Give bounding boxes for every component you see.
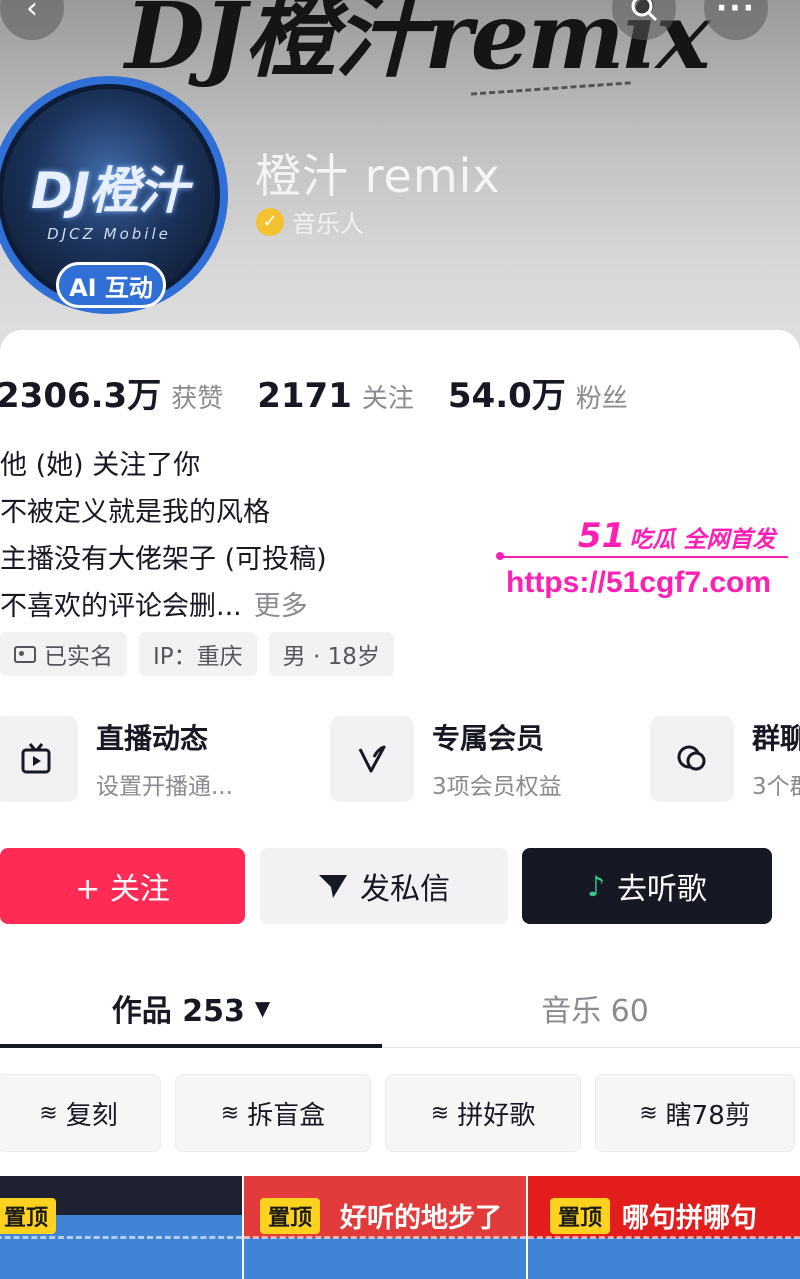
listen-button-label: 去听歌 — [616, 872, 707, 907]
layers-icon: ≋ — [39, 1100, 58, 1126]
tab-works[interactable]: 作品 253 ▼ — [0, 970, 382, 1046]
bio-line: 他 (她) 关注了你 — [0, 450, 201, 481]
info-chips: 已实名 IP：重庆 男 · 18岁 — [0, 632, 394, 676]
feature-group-chat[interactable]: 群聊 3个群 — [650, 716, 800, 802]
tab-music[interactable]: 音乐 60 — [400, 970, 790, 1046]
collection-chip[interactable]: ≋ 拼好歌 — [385, 1074, 581, 1152]
avatar-sub-text: DJCZ Mobile — [47, 225, 171, 243]
watermark-slogan: 吃瓜 全网首发 — [629, 527, 776, 553]
profile-banner: DJ橙汁remix ‹ ··· DJ橙汁 DJCZ Mobile AI 互动 橙… — [0, 0, 800, 360]
feature-membership[interactable]: 专属会员 3项会员权益 — [330, 716, 562, 802]
thumbnail-pattern — [528, 1236, 800, 1246]
chip-label: 已实名 — [44, 644, 113, 670]
bio-line: 主播没有大佬架子 (可投稿) — [0, 544, 327, 575]
avatar-logo-text: DJ橙汁 — [30, 162, 188, 220]
stat-following-label: 关注 — [361, 384, 414, 414]
bio-line-text: 不喜欢的评论会删... — [0, 591, 242, 622]
collection-chip[interactable]: ≋ 复刻 — [0, 1074, 161, 1152]
follow-button[interactable]: + 关注 — [0, 848, 245, 924]
profile-tag-label: 音乐人 — [292, 210, 364, 238]
watermark: 51 吃瓜 全网首发 https://51cgf7.com — [496, 516, 800, 606]
video-thumbnail[interactable]: 哪句拼哪句 置顶 — [528, 1176, 800, 1279]
video-thumbnail[interactable]: 置顶 — [0, 1176, 242, 1279]
tab-works-label: 作品 253 — [111, 994, 245, 1029]
message-button[interactable]: 发私信 — [260, 848, 508, 924]
stat-likes[interactable]: 2306.3万 获赞 — [0, 368, 223, 417]
action-buttons: + 关注 发私信 ♪ 去听歌 — [0, 848, 800, 924]
stat-following[interactable]: 2171 关注 — [257, 376, 414, 416]
bio-line: 不被定义就是我的风格 — [0, 497, 270, 528]
feature-live-title: 直播动态 — [96, 722, 209, 755]
thumbnail-caption: 哪句拼哪句 — [622, 1203, 757, 1234]
watermark-number: 51 — [578, 516, 626, 556]
chevron-left-icon: ‹ — [26, 0, 38, 26]
feature-live-sub: 设置开播通... — [96, 774, 233, 800]
chip-label: 男 · 18岁 — [282, 644, 380, 670]
back-button[interactable]: ‹ — [0, 0, 64, 40]
tv-icon — [0, 716, 78, 802]
stat-fans-label: 粉丝 — [575, 384, 628, 414]
profile-nickname: 橙汁 remix — [255, 149, 501, 203]
chip-label: IP：重庆 — [153, 644, 243, 670]
caret-down-icon: ▼ — [254, 996, 271, 1020]
chip-ip-location: IP：重庆 — [139, 632, 257, 676]
feature-entries: 直播动态 设置开播通... 专属会员 3项会员权益 群聊 3个 — [0, 716, 800, 806]
collection-label: 拼好歌 — [457, 1100, 536, 1131]
feature-membership-title: 专属会员 — [432, 722, 545, 755]
layers-icon: ≋ — [639, 1100, 658, 1126]
thumbnail-pattern — [244, 1236, 526, 1246]
pinned-badge: 置顶 — [260, 1198, 321, 1234]
watermark-header: 51 吃瓜 全网首发 — [578, 516, 775, 556]
collection-chip[interactable]: ≋ 拆盲盒 — [175, 1074, 371, 1152]
listen-button[interactable]: ♪ 去听歌 — [522, 848, 772, 924]
verified-icon: ✓ — [256, 207, 284, 236]
more-dots-icon: ··· — [715, 0, 757, 26]
message-button-label: 发私信 — [360, 872, 450, 907]
active-tab-indicator — [0, 1044, 382, 1048]
bio: 他 (她) 关注了你 不被定义就是我的风格 主播没有大佬架子 (可投稿) 不喜欢… — [0, 442, 327, 630]
stat-likes-label: 获赞 — [171, 384, 224, 414]
search-icon — [631, 0, 658, 22]
layers-icon: ≋ — [430, 1100, 450, 1126]
video-thumbnail[interactable]: 好听的地步了 置顶 — [244, 1176, 526, 1279]
content-tabs: 作品 253 ▼ 音乐 60 — [0, 970, 800, 1048]
stat-fans[interactable]: 54.0万 粉丝 — [448, 368, 628, 417]
feature-group-chat-title: 群聊 — [752, 722, 800, 755]
stat-following-value: 2171 — [257, 376, 352, 416]
collection-chip[interactable]: ≋ 瞎78剪 — [595, 1074, 795, 1152]
profile-card: 2306.3万 获赞 2171 关注 54.0万 粉丝 他 (她) 关注了你 不… — [0, 330, 800, 1279]
chat-bubble-icon — [650, 716, 734, 802]
feature-live[interactable]: 直播动态 设置开播通... — [0, 716, 233, 802]
collection-chips: ≋ 复刻 ≋ 拆盲盒 ≋ 拼好歌 ≋ 瞎78剪 — [0, 1074, 795, 1152]
profile-tag: ✓ 音乐人 — [256, 204, 364, 239]
layers-icon: ≋ — [220, 1100, 240, 1126]
collection-label: 拆盲盒 — [247, 1100, 326, 1131]
membership-v-icon — [330, 716, 414, 802]
send-icon — [319, 875, 347, 898]
watermark-divider — [496, 552, 788, 560]
pinned-badge: 置顶 — [550, 1198, 611, 1234]
pinned-badge: 置顶 — [0, 1198, 57, 1234]
bio-more-link[interactable]: 更多 — [254, 591, 308, 622]
stat-fans-value: 54.0万 — [447, 376, 566, 416]
feature-group-chat-sub: 3个群 — [752, 774, 800, 800]
id-card-icon — [14, 645, 36, 663]
video-grid: 置顶 好听的地步了 置顶 哪句拼哪句 置顶 — [0, 1176, 800, 1279]
stats-row: 2306.3万 获赞 2171 关注 54.0万 粉丝 — [0, 368, 662, 417]
thumbnail-pattern — [0, 1236, 242, 1246]
more-button[interactable]: ··· — [704, 0, 768, 40]
chip-verified-identity[interactable]: 已实名 — [0, 632, 127, 676]
collection-label: 瞎78剪 — [665, 1100, 751, 1131]
feature-membership-sub: 3项会员权益 — [432, 774, 562, 800]
bio-line-last: 不喜欢的评论会删... 更多 — [0, 583, 327, 630]
ai-interact-badge[interactable]: AI 互动 — [56, 262, 166, 308]
collection-label: 复刻 — [65, 1100, 118, 1131]
chip-gender-age: 男 · 18岁 — [268, 632, 394, 676]
watermark-url: https://51cgf7.com — [506, 566, 772, 599]
music-note-icon: ♪ — [587, 869, 605, 903]
stat-likes-value: 2306.3万 — [0, 376, 162, 416]
thumbnail-caption: 好听的地步了 — [340, 1203, 502, 1234]
